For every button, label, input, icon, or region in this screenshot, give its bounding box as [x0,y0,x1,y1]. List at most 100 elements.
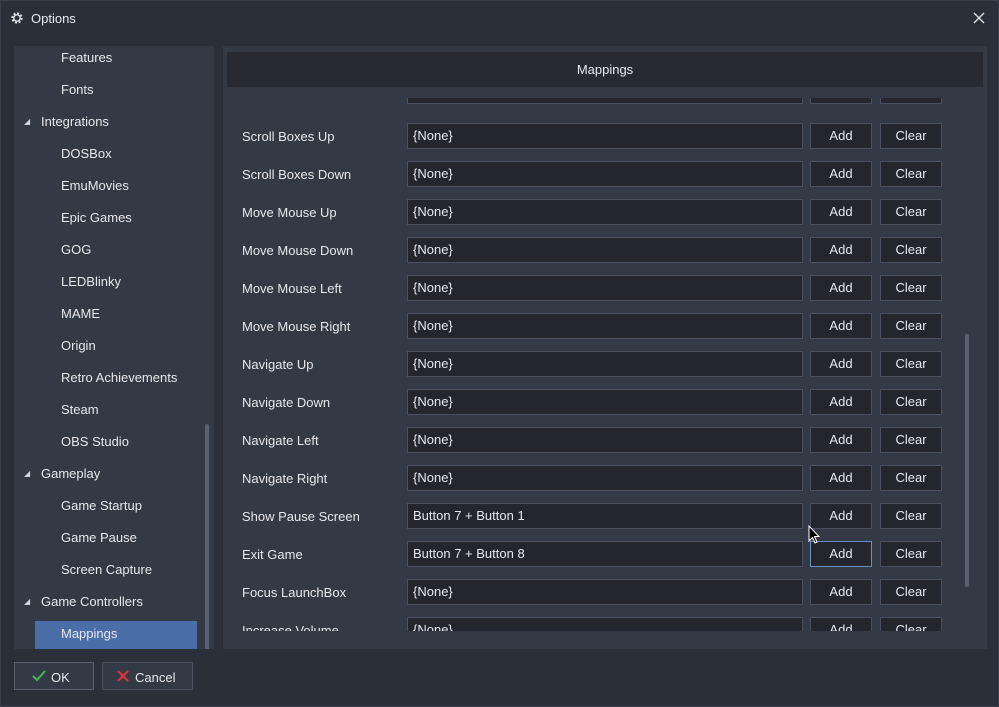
mapping-row: Show Pause Screen Button 7 + Button 1 Add C… [223,503,963,541]
sidebar-item-screen-capture[interactable]: Screen Capture [14,557,204,589]
title-bar: Options [1,1,998,35]
add-button[interactable]: Add [810,161,872,187]
sidebar-item-ledblinky[interactable]: LEDBlinky [14,269,204,301]
clear-button[interactable]: Clear [880,199,942,225]
mapping-row: Focus LaunchBox {None} Add Clear [223,579,963,617]
mapping-field[interactable]: {None} [407,427,803,453]
mapping-label: Focus LaunchBox [242,585,347,600]
clear-button[interactable]: Clear [880,275,942,301]
sidebar-item-fonts[interactable]: Fonts [14,77,204,109]
mapping-row: Move Mouse Left {None} Add Clear [223,275,963,313]
mapping-row: Navigate Left {None} Add Clear [223,427,963,465]
mapping-label: Navigate Left [242,433,319,448]
clear-button[interactable]: Clear [880,617,942,631]
clear-button[interactable]: Clear [880,123,942,149]
sidebar-item-dosbox[interactable]: DOSBox [14,141,204,173]
sidebar-item-label: Mappings [61,626,118,641]
clear-button[interactable]: Clear [880,579,942,605]
mapping-field[interactable]: Button 7 + Button 1 [407,503,803,529]
mapping-row: Navigate Up {None} Add Clear [223,351,963,389]
mapping-field[interactable]: {None} [407,617,803,631]
sidebar-item-integrations[interactable]: ◢ Integrations [14,109,204,141]
mapping-row: Move Mouse Up {None} Add Clear [223,199,963,237]
mapping-field[interactable]: {None} [407,237,803,263]
add-button[interactable]: Add [810,617,872,631]
cancel-label: Cancel [135,670,176,685]
sidebar-scrollbar[interactable] [205,424,209,649]
mapping-label: Move Mouse Left [242,281,342,296]
add-button[interactable]: Add [810,313,872,339]
add-button[interactable]: Add [810,389,872,415]
sidebar-item-label: OBS Studio [61,434,129,449]
add-button[interactable]: Add [810,275,872,301]
mapping-field[interactable]: {None} [407,465,803,491]
sidebar-item-label: Features [61,50,113,65]
sidebar-item-steam[interactable]: Steam [14,397,204,429]
clear-button[interactable]: Clear [880,389,942,415]
add-button[interactable]: Add [810,237,872,263]
clear-button[interactable]: Clear [880,541,942,567]
sidebar-item-label: Game Startup [61,498,142,513]
mapping-field[interactable]: {None} [407,351,803,377]
expand-caret-icon[interactable]: ◢ [24,461,30,487]
add-button[interactable]: Add [810,465,872,491]
sidebar-item-retro-achievements[interactable]: Retro Achievements [14,365,204,397]
mapping-field[interactable]: {None} [407,313,803,339]
add-button[interactable]: Add [810,199,872,225]
add-button[interactable] [810,98,872,104]
add-button[interactable]: Add [810,579,872,605]
sidebar-item-obs-studio[interactable]: OBS Studio [14,429,204,461]
mapping-field[interactable] [407,98,803,104]
mapping-label: Navigate Right [242,471,328,486]
mapping-row: Move Mouse Right {None} Add Clear [223,313,963,351]
sidebar-item-epic-games[interactable]: Epic Games [14,205,204,237]
clear-button[interactable]: Clear [880,161,942,187]
sidebar-item-gog[interactable]: GOG [14,237,204,269]
clear-button[interactable] [880,98,942,104]
sidebar-item-gameplay[interactable]: ◢ Gameplay [14,461,204,493]
close-button[interactable] [968,7,990,29]
mapping-field[interactable]: {None} [407,275,803,301]
clear-button[interactable]: Clear [880,313,942,339]
sidebar-item-mappings[interactable]: Mappings [35,621,197,649]
clear-button[interactable]: Clear [880,237,942,263]
clear-button[interactable]: Clear [880,503,942,529]
mapping-label: Increase Volume [242,623,339,631]
sidebar-item-label: Screen Capture [61,562,153,577]
sidebar-item-game-controllers[interactable]: ◢ Game Controllers [14,589,204,621]
expand-caret-icon[interactable]: ◢ [24,109,30,135]
clear-button[interactable]: Clear [880,351,942,377]
sidebar-item-label: GOG [61,242,92,257]
sidebar-item-emumovies[interactable]: EmuMovies [14,173,204,205]
sidebar-item-label: Steam [61,402,99,417]
clear-button[interactable]: Clear [880,465,942,491]
mapping-row: Increase Volume {None} Add Clear [223,617,963,631]
add-button[interactable]: Add [810,351,872,377]
sidebar-item-label: Game Controllers [41,594,143,609]
sidebar-item-game-pause[interactable]: Game Pause [14,525,204,557]
sidebar-item-game-startup[interactable]: Game Startup [14,493,204,525]
ok-label: OK [51,670,70,685]
sidebar-item-features[interactable]: Features [14,46,204,77]
ok-button[interactable]: OK [14,662,94,690]
mappings-scrollbar[interactable] [965,334,969,587]
expand-caret-icon[interactable]: ◢ [24,589,30,615]
sidebar-item-origin[interactable]: Origin [14,333,204,365]
add-button[interactable]: Add [810,123,872,149]
mapping-label: Navigate Up [242,357,314,372]
mapping-label: Move Mouse Right [242,319,351,334]
mapping-field[interactable]: {None} [407,123,803,149]
add-button[interactable]: Add [810,427,872,453]
sidebar-item-label: Game Pause [61,530,137,545]
clear-button[interactable]: Clear [880,427,942,453]
cancel-button[interactable]: Cancel [102,662,193,690]
sidebar-item-label: MAME [61,306,100,321]
mapping-field[interactable]: {None} [407,389,803,415]
sidebar-item-mame[interactable]: MAME [14,301,204,333]
mapping-field[interactable]: Button 7 + Button 8 [407,541,803,567]
mapping-row: Scroll Boxes Down {None} Add Clear [223,161,963,199]
mapping-field[interactable]: {None} [407,579,803,605]
mapping-field[interactable]: {None} [407,161,803,187]
mouse-cursor-icon [808,525,820,544]
mapping-field[interactable]: {None} [407,199,803,225]
